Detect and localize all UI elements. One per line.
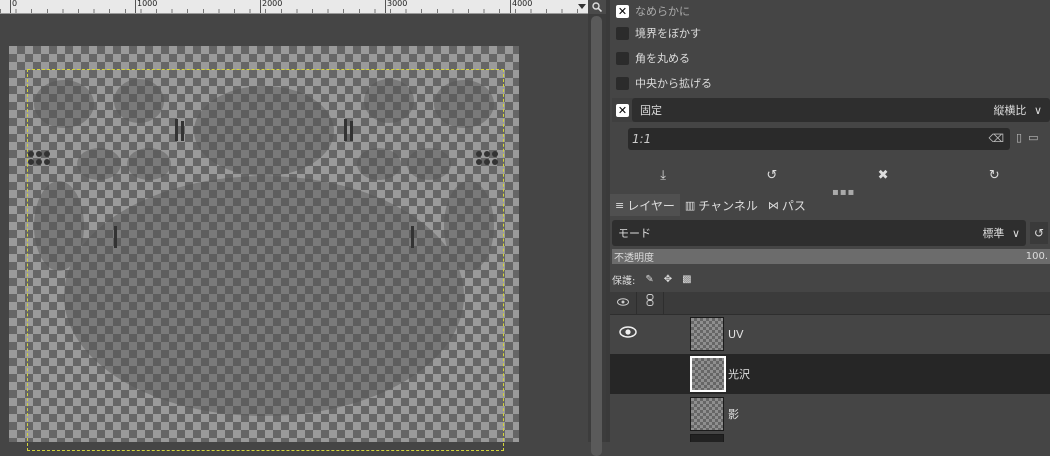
option-label: 中央から拡げる xyxy=(635,77,712,90)
scrollbar-thumb[interactable] xyxy=(591,16,602,456)
opacity-slider[interactable]: 不透明度 100. xyxy=(612,249,1050,264)
opacity-label: 不透明度 xyxy=(614,253,654,264)
mode-value: 標準 xyxy=(982,227,1005,240)
channels-icon: ▥ xyxy=(684,198,696,212)
eye-icon xyxy=(619,326,637,338)
layers-icon: ≡ xyxy=(615,198,625,212)
clear-icon[interactable]: ⌫ xyxy=(988,132,1004,145)
eye-icon xyxy=(617,298,629,306)
layer-row[interactable]: 光沢 xyxy=(610,354,1050,394)
tool-options-buttons: ⤓ ↺ ✖ ↻ xyxy=(610,163,1050,187)
landscape-icon[interactable]: ▭ xyxy=(1028,131,1044,144)
smooth-checkbox[interactable]: ✕ xyxy=(616,4,629,18)
fixed-option-row: ✕ 固定 縦横比 ∨ xyxy=(612,98,1050,122)
portrait-icon[interactable]: ▯ xyxy=(1016,131,1028,144)
navigate-button[interactable] xyxy=(588,0,606,14)
layer-visibility-toggle[interactable] xyxy=(618,326,638,342)
visibility-header-icon[interactable] xyxy=(610,292,637,314)
aspect-ratio-row: 1:1 ⌫ ▯▭ xyxy=(628,128,1046,150)
ruler-label: 1000 xyxy=(137,0,158,8)
layer-thumbnail[interactable] xyxy=(690,317,724,351)
restore-preset-icon[interactable]: ↺ xyxy=(766,168,777,183)
fixed-value: 縦横比 xyxy=(993,104,1027,117)
lock-pixels-icon[interactable]: ✎ xyxy=(645,274,653,285)
reset-icon[interactable]: ↻ xyxy=(989,168,1000,183)
ruler-label: 0 xyxy=(12,0,18,8)
option-feather[interactable]: 境界をぼかす xyxy=(612,22,701,44)
lock-label: 保護: xyxy=(612,275,636,287)
tab-label: チャンネル xyxy=(698,198,758,213)
tab-label: パス xyxy=(781,198,806,213)
image-canvas[interactable] xyxy=(9,46,519,451)
lock-row: 保護: ✎ ✥ ▩ xyxy=(612,270,692,288)
ruler-label: 4000 xyxy=(512,0,533,8)
option-rounded[interactable]: 角を丸める xyxy=(612,47,690,69)
layer-thumbnail[interactable] xyxy=(690,356,726,392)
layer-row[interactable]: UV xyxy=(610,314,1050,354)
tab-paths[interactable]: ⋈ パス xyxy=(763,194,811,216)
layer-thumbnail[interactable] xyxy=(690,434,724,442)
ruler-label: 3000 xyxy=(387,0,408,8)
lock-alpha-icon[interactable]: ▩ xyxy=(682,274,691,285)
layer-name[interactable]: 光沢 xyxy=(728,366,750,382)
feather-checkbox[interactable] xyxy=(616,26,629,40)
paths-icon: ⋈ xyxy=(767,198,779,212)
aspect-ratio-input[interactable]: 1:1 ⌫ xyxy=(628,128,1010,150)
option-label: 境界をぼかす xyxy=(635,27,701,40)
aspect-ratio-value: 1:1 xyxy=(632,132,652,146)
fixed-checkbox[interactable]: ✕ xyxy=(616,103,629,117)
save-preset-icon[interactable]: ⤓ xyxy=(660,168,666,183)
tab-layers[interactable]: ≡ レイヤー xyxy=(610,194,680,216)
fixed-mode-select[interactable]: 固定 縦横比 ∨ xyxy=(632,98,1050,122)
delete-preset-icon[interactable]: ✖ xyxy=(878,168,889,183)
option-expand-center[interactable]: 中央から拡げる xyxy=(612,72,712,94)
layer-name[interactable]: UV xyxy=(728,328,744,341)
magnifier-icon xyxy=(592,2,602,12)
reset-icon: ↺ xyxy=(1033,226,1045,240)
layer-boundary xyxy=(27,69,504,451)
lock-position-icon[interactable]: ✥ xyxy=(664,274,672,285)
horizontal-ruler[interactable]: 0 1000 2000 3000 4000 xyxy=(0,0,588,14)
layer-name[interactable]: 影 xyxy=(728,406,739,422)
chevron-down-icon: ∨ xyxy=(1033,104,1042,117)
option-smooth[interactable]: ✕ なめらかに xyxy=(612,0,690,22)
layer-mode-select[interactable]: モード 標準 ∨ xyxy=(612,220,1026,246)
option-label: 角を丸める xyxy=(635,52,690,65)
layer-thumbnail[interactable] xyxy=(690,397,724,431)
ruler-pointer-icon xyxy=(578,4,586,9)
tab-channels[interactable]: ▥ チャンネル xyxy=(680,194,763,216)
ruler-label: 2000 xyxy=(262,0,283,8)
layer-row[interactable]: 影 xyxy=(610,394,1050,434)
orientation-icons[interactable]: ▯▭ xyxy=(1016,131,1044,144)
opacity-value: 100. xyxy=(1025,251,1048,262)
chain-header-icon[interactable] xyxy=(637,292,664,314)
layer-row-partial[interactable] xyxy=(610,434,1050,442)
chevron-down-icon: ∨ xyxy=(1011,227,1020,240)
mode-reset-button[interactable]: ↺ xyxy=(1030,222,1048,244)
mode-label: モード xyxy=(618,227,651,240)
fixed-label: 固定 xyxy=(640,104,662,117)
ruler-minor-ticks xyxy=(0,9,588,13)
layers-list-header xyxy=(610,292,1050,315)
tab-label: レイヤー xyxy=(627,198,675,213)
rounded-corners-checkbox[interactable] xyxy=(616,51,629,65)
option-label: なめらかに xyxy=(635,5,690,18)
vertical-scrollbar[interactable] xyxy=(588,14,606,456)
dock-grip-handle[interactable]: ▪▪▪ xyxy=(832,187,855,198)
chain-icon xyxy=(646,294,654,306)
expand-center-checkbox[interactable] xyxy=(616,76,629,90)
opacity-fill xyxy=(612,249,1050,264)
dock-tabs: ≡ レイヤー ▥ チャンネル ⋈ パス xyxy=(610,194,811,216)
right-dock: ✕ なめらかに 境界をぼかす 角を丸める 中央から拡げる ✕ 固定 縦横比 ∨ … xyxy=(610,0,1050,442)
